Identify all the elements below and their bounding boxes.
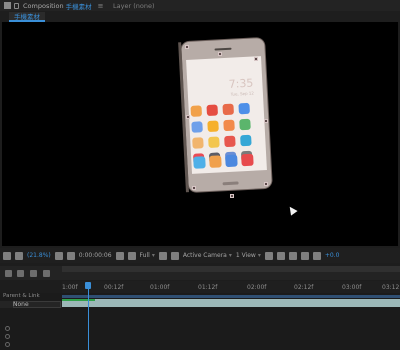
shy-layers-icon[interactable] [30, 270, 37, 277]
transform-handle-top-left[interactable] [185, 45, 189, 49]
app-icon [192, 137, 204, 149]
dock-app-icon [209, 155, 222, 168]
viewer-toolbar: (21.8%) 0:00:00:06 Full Active Camera 1 … [0, 248, 400, 263]
timeline-icon[interactable] [288, 251, 297, 260]
hamburger-menu-icon[interactable]: ≡ [98, 2, 104, 10]
time-ruler-tick: 01:12f [198, 284, 218, 291]
parent-value: None [13, 301, 29, 308]
work-area-bar[interactable] [62, 295, 400, 298]
transform-handle-left-center[interactable] [186, 115, 190, 119]
composition-viewer[interactable]: 7:35 Tue, Sep 12 [2, 22, 398, 246]
phone-mockup[interactable]: 7:35 Tue, Sep 12 [181, 37, 272, 193]
transparency-grid-icon[interactable] [170, 251, 179, 260]
phone-home-button [222, 181, 239, 186]
app-icon [224, 135, 236, 148]
resolution-dropdown[interactable]: Full [140, 252, 155, 259]
mask-visibility-icon[interactable] [66, 251, 75, 260]
app-icon [222, 103, 234, 116]
layer-switch-icon[interactable] [5, 342, 10, 347]
fast-previews-icon[interactable] [276, 251, 285, 260]
current-timecode[interactable]: 0:00:00:06 [79, 252, 112, 259]
grid-icon[interactable] [54, 251, 63, 260]
exposure-value[interactable]: +0.0 [325, 252, 340, 259]
app-icon [238, 102, 250, 115]
transform-handle-bottom-right[interactable] [264, 182, 268, 186]
time-ruler-tick: 02:00f [247, 284, 267, 291]
dock-app-icon [225, 154, 238, 168]
flowchart-icon[interactable] [300, 251, 309, 260]
current-time-indicator[interactable] [85, 282, 91, 289]
app-icon [239, 118, 251, 131]
time-ruler-tick: 03:12 [382, 284, 400, 291]
transform-handle-right-center[interactable] [264, 119, 268, 123]
composition-flowchart-icon[interactable] [5, 270, 12, 277]
timeline-header [0, 266, 400, 280]
dock-app-icon [193, 156, 206, 169]
app-icon [191, 121, 203, 133]
show-channel-icon[interactable] [127, 251, 136, 260]
snapshot-icon[interactable] [115, 251, 124, 260]
camera-dropdown[interactable]: Active Camera [183, 252, 232, 259]
transform-handle-bottom-left[interactable] [192, 186, 196, 190]
mouse-cursor-icon [286, 204, 298, 216]
layer-switch-icon[interactable] [5, 334, 10, 339]
composition-panel-header: Composition 手機素材 ≡ Layer (none) [0, 0, 400, 11]
region-of-interest-icon[interactable] [158, 251, 167, 260]
timeline-tab-bar[interactable] [62, 266, 400, 272]
3d-view-icon[interactable] [15, 251, 23, 260]
composition-name[interactable]: 手機素材 [66, 1, 92, 11]
app-icon [206, 104, 219, 117]
app-icon [207, 120, 219, 132]
layer-panel-label[interactable]: Layer (none) [113, 2, 154, 10]
composition-panel-label: Composition [23, 1, 64, 10]
dock-app-icon [241, 153, 254, 167]
playhead-line [88, 289, 89, 350]
app-dock [193, 153, 260, 169]
always-preview-icon[interactable] [3, 251, 11, 260]
phone-speaker [214, 47, 232, 51]
lock-icon[interactable] [14, 2, 19, 9]
screen-time: 7:35 [228, 76, 254, 91]
active-composition-tab[interactable]: 手機素材 [9, 12, 45, 22]
view-layout-dropdown[interactable]: 1 View [236, 252, 261, 259]
layer-duration-bar[interactable] [62, 299, 400, 307]
parent-link-column-label: Parent & Link [3, 293, 40, 299]
time-ruler-tick: 03:00f [342, 284, 362, 291]
draft-3d-icon[interactable] [17, 270, 24, 277]
transform-handle-bottom-center[interactable] [230, 194, 234, 198]
time-ruler-tick: 01:00f [150, 284, 170, 291]
transform-handle-top-right[interactable] [254, 57, 258, 61]
app-icon [240, 134, 252, 147]
app-icon [223, 119, 235, 132]
screen-date: Tue, Sep 12 [230, 90, 255, 97]
time-ruler-tick: 00:12f [104, 284, 124, 291]
app-icon [190, 105, 203, 117]
render-progress-bar [62, 299, 95, 301]
time-ruler-tick: 1:00f [62, 284, 78, 291]
reset-exposure-icon[interactable] [312, 251, 321, 260]
app-icon [208, 136, 220, 148]
time-ruler-tick: 02:12f [294, 284, 314, 291]
pixel-aspect-icon[interactable] [264, 251, 273, 260]
zoom-level[interactable]: (21.8%) [27, 252, 51, 259]
phone-screen: 7:35 Tue, Sep 12 [186, 56, 267, 174]
transform-handle-top-center[interactable] [218, 52, 222, 56]
panel-menu-icon[interactable] [4, 2, 11, 9]
frame-blending-icon[interactable] [43, 270, 50, 277]
layer-switch-icon[interactable] [5, 326, 10, 331]
composition-tab-row: 手機素材 [0, 11, 400, 22]
